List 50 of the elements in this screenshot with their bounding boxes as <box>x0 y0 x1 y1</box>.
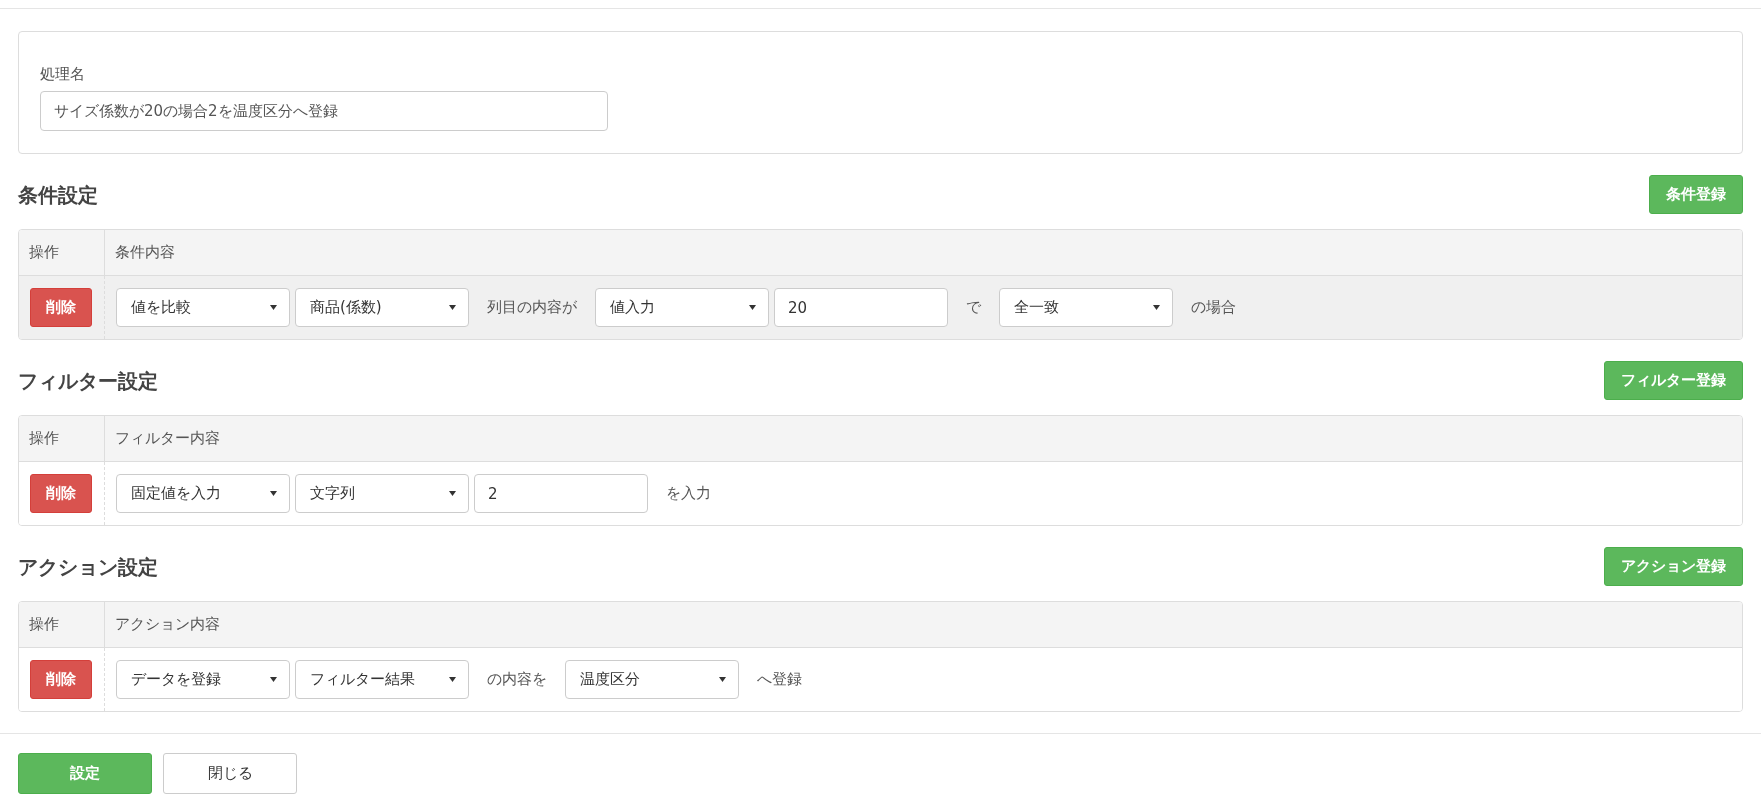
section-title: 条件設定 <box>18 181 98 209</box>
dropdown-value: 文字列 <box>310 483 355 505</box>
caret-icon <box>749 305 756 310</box>
dropdown[interactable]: データを登録 <box>116 660 290 699</box>
section-title: アクション設定 <box>18 553 158 581</box>
caret-icon <box>270 305 277 310</box>
text-input[interactable]: サイズ係数が20の場合2を温度区分へ登録 <box>40 91 608 131</box>
dropdown[interactable]: 文字列 <box>295 474 469 513</box>
row-text: へ登録 <box>756 669 803 691</box>
dropdown[interactable]: 値を比較 <box>116 288 290 327</box>
caret-icon <box>270 677 277 682</box>
delete-button[interactable]: 削除 <box>30 474 92 513</box>
column-header: 操作 <box>19 602 105 647</box>
delete-button[interactable]: 削除 <box>30 660 92 699</box>
row-text: の内容を <box>486 669 548 691</box>
dropdown-value: 値入力 <box>610 297 655 319</box>
row-text: 列目の内容が <box>486 297 578 319</box>
column-header: 操作 <box>19 230 105 275</box>
column-header: 操作 <box>19 416 105 461</box>
dropdown[interactable]: フィルター結果 <box>295 660 469 699</box>
caret-icon <box>719 677 726 682</box>
dropdown-value: フィルター結果 <box>310 669 415 691</box>
close-button[interactable]: 閉じる <box>163 753 297 794</box>
dropdown-value: 商品(係数) <box>310 297 382 319</box>
row-text: で <box>965 297 982 319</box>
dropdown-value: 固定値を入力 <box>131 483 221 505</box>
caret-icon <box>449 305 456 310</box>
text-input[interactable]: 2 <box>474 474 648 513</box>
dropdown-value: 全一致 <box>1014 297 1059 319</box>
column-header: 条件内容 <box>114 242 176 264</box>
caret-icon <box>449 677 456 682</box>
section-title: フィルター設定 <box>18 367 158 395</box>
caret-icon <box>449 491 456 496</box>
dropdown[interactable]: 値入力 <box>595 288 769 327</box>
column-header: アクション内容 <box>114 614 221 636</box>
dropdown-value: データを登録 <box>131 669 221 691</box>
dropdown[interactable]: 全一致 <box>999 288 1173 327</box>
row-text: の場合 <box>1190 297 1237 319</box>
dropdown-value: 値を比較 <box>131 297 191 319</box>
dropdown[interactable]: 温度区分 <box>565 660 739 699</box>
caret-icon <box>1153 305 1160 310</box>
dropdown[interactable]: 商品(係数) <box>295 288 469 327</box>
field-label: 処理名 <box>40 64 86 84</box>
column-header: フィルター内容 <box>114 428 221 450</box>
dropdown-value: 温度区分 <box>580 669 640 691</box>
caret-icon <box>270 491 277 496</box>
delete-button[interactable]: 削除 <box>30 288 92 327</box>
dropdown[interactable]: 固定値を入力 <box>116 474 290 513</box>
row-text: を入力 <box>665 483 712 505</box>
text-input[interactable]: 20 <box>774 288 948 327</box>
